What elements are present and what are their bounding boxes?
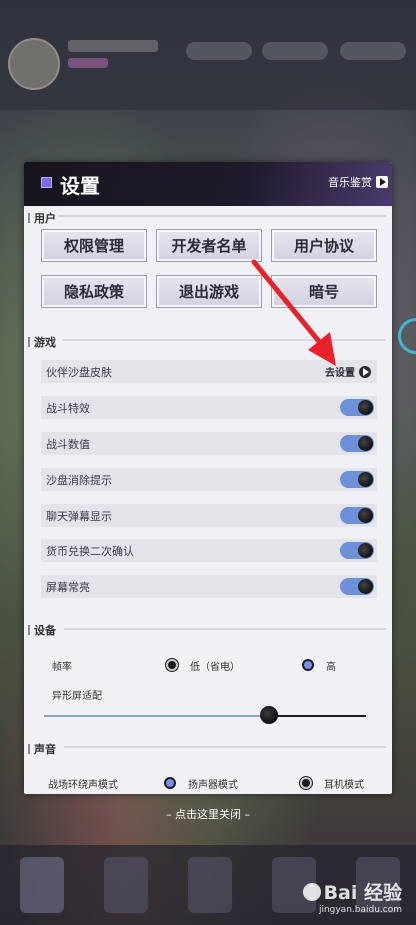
close-panel-hint[interactable]: – 点击这里关闭 – (0, 806, 416, 822)
sandbox-hint-label: 沙盘消除提示 (46, 473, 112, 487)
headphone-mode-label: 耳机模式 (324, 780, 364, 791)
currency-confirm-label: 货币兑换二次确认 (46, 544, 134, 558)
sandbox-hint-toggle[interactable] (340, 471, 374, 488)
developer-list-button[interactable]: 开发者名单 (156, 229, 262, 262)
toggle-row: 沙盘消除提示 (41, 468, 377, 491)
currency-confirm-toggle[interactable] (340, 542, 374, 559)
exit-game-button[interactable]: 退出游戏 (156, 275, 262, 308)
slider-fill (44, 715, 270, 717)
section-sound-label: 声音 (34, 743, 56, 756)
play-icon (376, 176, 388, 188)
slider-handle[interactable] (260, 706, 279, 724)
background-resource-2 (262, 42, 328, 60)
go-settings-label: 去设置 (325, 368, 355, 379)
section-device-label: 设备 (34, 624, 56, 637)
section-device-header: 设备 (28, 622, 56, 638)
toggle-row: 战斗特效 (41, 396, 377, 419)
chat-danmaku-toggle[interactable] (340, 507, 374, 524)
headphone-mode-radio[interactable] (300, 777, 312, 789)
toggle-row: 战斗数值 (41, 432, 377, 455)
toggle-row: 屏幕常亮 (41, 575, 377, 598)
framerate-low-radio[interactable] (166, 659, 178, 671)
panel-header: 设置 音乐鉴赏 (24, 162, 392, 206)
section-user-label: 用户 (34, 212, 56, 225)
section-divider (58, 215, 386, 217)
background-resource-1 (186, 42, 252, 60)
section-user-header: 用户 (28, 210, 56, 226)
user-agreement-button[interactable]: 用户协议 (271, 229, 377, 262)
toggle-row: 货币兑换二次确认 (41, 539, 377, 562)
permission-management-button[interactable]: 权限管理 (41, 229, 147, 262)
background-nav-tab (188, 857, 232, 913)
background-nav-tab (20, 857, 64, 913)
partner-skin-row: 伙伴沙盘皮肤 去设置 (41, 360, 377, 383)
section-game-header: 游戏 (28, 334, 56, 350)
section-divider (62, 339, 386, 341)
section-sound-header: 声音 (28, 741, 56, 757)
section-game-label: 游戏 (34, 336, 56, 349)
framerate-low-label: 低（省电） (190, 662, 240, 673)
background-resource-3 (340, 42, 406, 60)
battle-numbers-label: 战斗数值 (46, 437, 90, 451)
background-avatar (8, 38, 60, 90)
secret-code-button[interactable]: 暗号 (271, 275, 377, 308)
panel-title: 设置 (60, 174, 100, 198)
music-appreciation-label: 音乐鉴赏 (328, 176, 372, 189)
section-divider (64, 746, 386, 748)
paw-logo-icon (302, 882, 321, 901)
speaker-mode-radio[interactable] (164, 777, 176, 789)
screen-always-on-toggle[interactable] (340, 578, 374, 595)
background-player-name (68, 40, 158, 52)
framerate-high-radio[interactable] (302, 659, 314, 671)
toggle-row: 聊天弹幕显示 (41, 504, 377, 527)
framerate-label: 帧率 (52, 662, 72, 673)
privacy-policy-button[interactable]: 隐私政策 (41, 275, 147, 308)
battle-numbers-toggle[interactable] (340, 435, 374, 452)
watermark-brand: Bai 经验 (323, 882, 402, 904)
section-divider (64, 628, 386, 630)
notch-adapt-label: 异形屏适配 (52, 691, 102, 702)
title-square-icon (41, 177, 52, 188)
music-appreciation-button[interactable]: 音乐鉴赏 (328, 174, 388, 190)
notch-adapt-slider[interactable] (44, 715, 366, 717)
arrow-right-icon (359, 365, 371, 378)
battle-effects-toggle[interactable] (340, 399, 374, 416)
speaker-mode-label: 扬声器模式 (188, 780, 238, 791)
background-nav-tab (104, 857, 148, 913)
framerate-high-label: 高 (326, 662, 336, 673)
baidu-watermark: Bai 经验 jingyan.baidu.com (302, 878, 402, 915)
settings-panel: 设置 音乐鉴赏 用户 权限管理 开发者名单 用户协议 隐私政策 退出游戏 暗号 … (24, 162, 392, 794)
go-settings-button[interactable]: 去设置 (325, 364, 371, 379)
battle-effects-label: 战斗特效 (46, 401, 90, 415)
ambient-sound-label: 战场环绕声模式 (48, 780, 118, 791)
background-player-tag (68, 58, 108, 68)
screen-always-on-label: 屏幕常亮 (46, 580, 90, 594)
chat-danmaku-label: 聊天弹幕显示 (46, 509, 112, 523)
watermark-url: jingyan.baidu.com (318, 905, 402, 915)
